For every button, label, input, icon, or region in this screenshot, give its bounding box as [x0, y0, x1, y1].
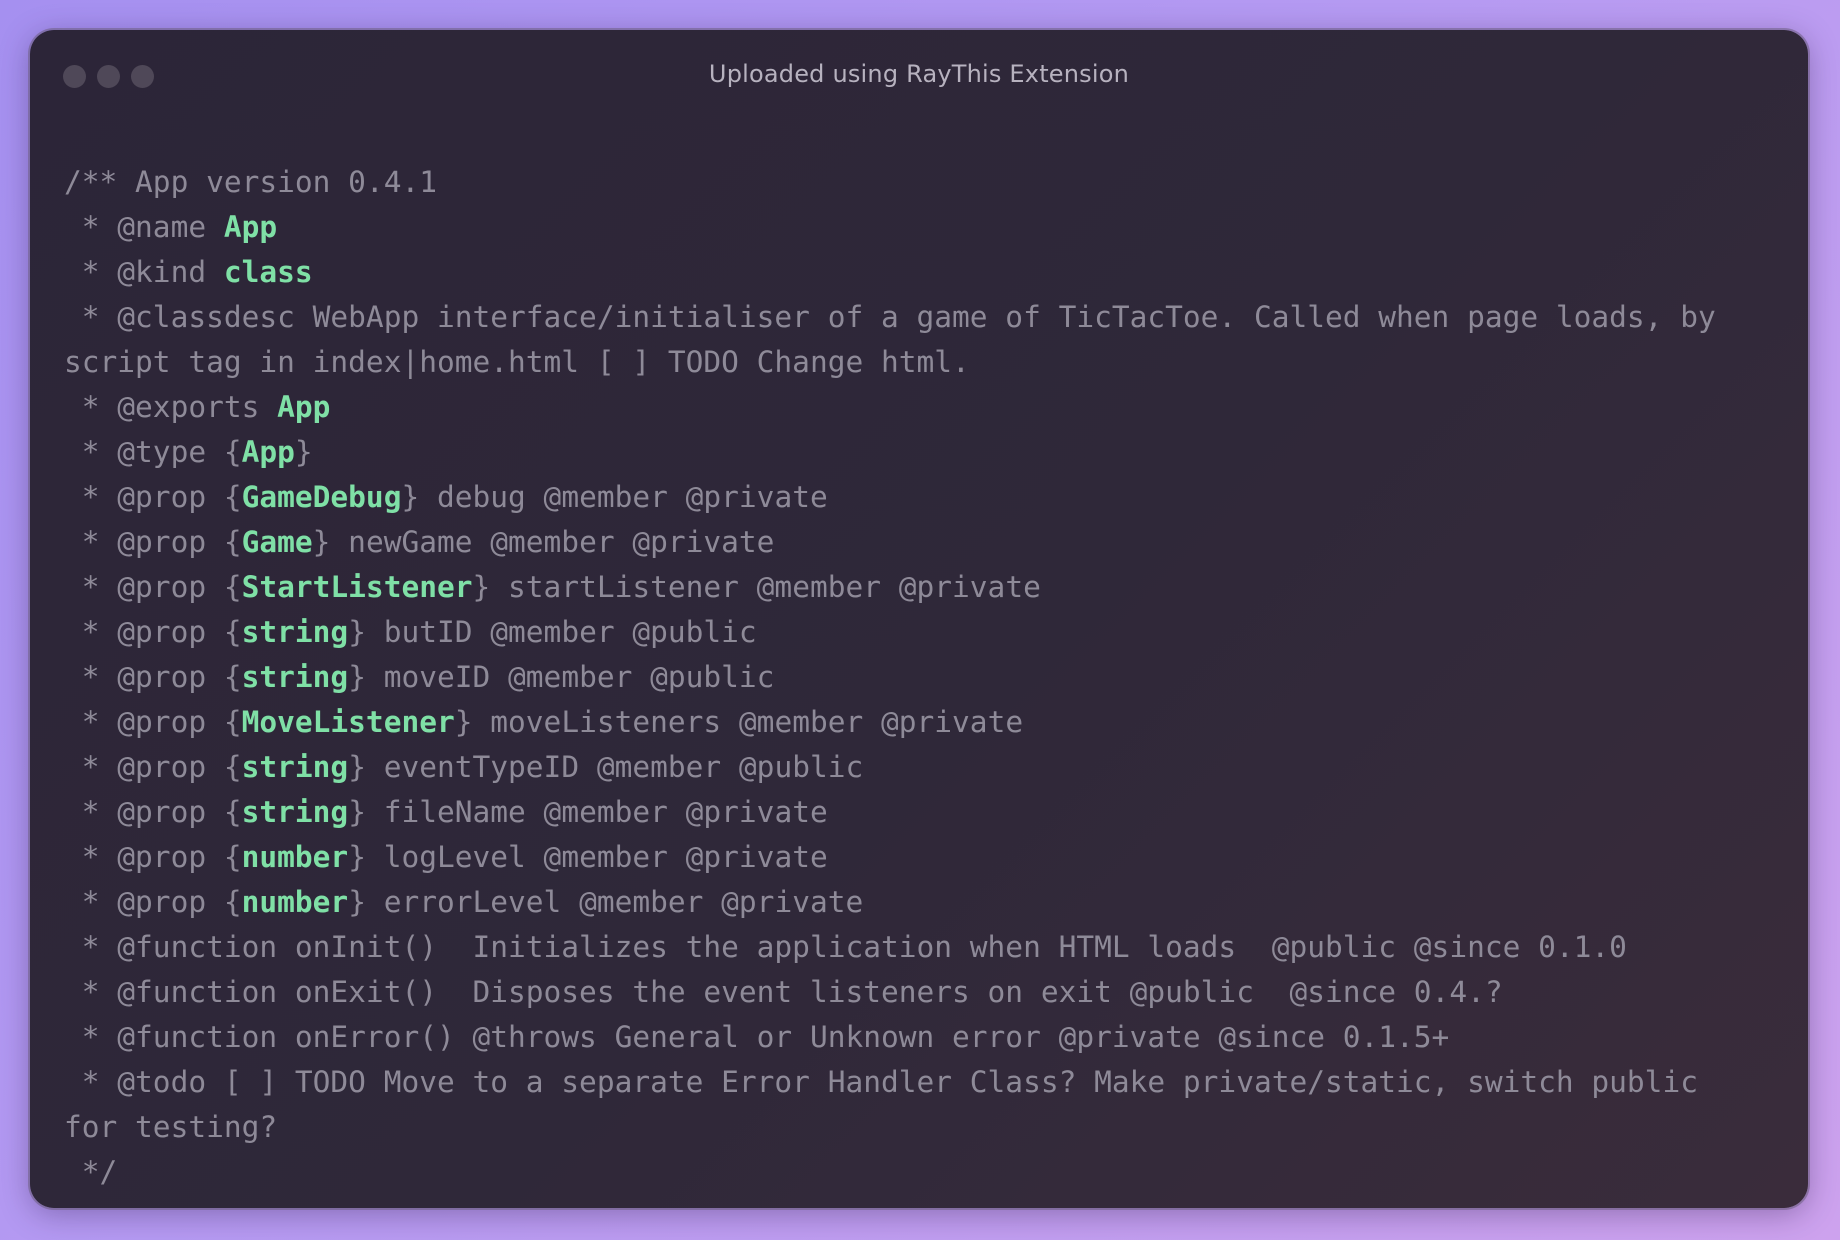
type-token: string	[241, 750, 349, 784]
code-line: * @todo [ ] TODO Move to a separate Erro…	[64, 1060, 1784, 1105]
type-token: class	[223, 255, 313, 289]
comment-text: * @prop {	[64, 705, 242, 739]
comment-text: * @prop {	[64, 525, 242, 559]
comment-text: * @todo [ ] TODO Move to a separate Erro…	[64, 1065, 1698, 1099]
type-token: number	[241, 885, 349, 919]
comment-text: } fileName @member @private	[348, 795, 828, 829]
type-token: string	[241, 795, 349, 829]
comment-text: /** App version 0.4.1	[64, 165, 437, 199]
code-line: * @function onInit() Initializes the app…	[64, 925, 1784, 970]
code-block: /** App version 0.4.1 * @name App * @kin…	[64, 160, 1784, 1195]
comment-text: * @prop {	[64, 750, 242, 784]
code-line: */	[64, 1150, 1784, 1195]
comment-text: } debug @member @private	[401, 480, 828, 514]
code-line: * @prop {Game} newGame @member @private	[64, 520, 1784, 565]
code-line: * @name App	[64, 205, 1784, 250]
code-line: for testing?	[64, 1105, 1784, 1150]
comment-text: } butID @member @public	[348, 615, 757, 649]
window-titlebar: Uploaded using RayThis Extension	[30, 30, 1808, 122]
code-line: * @prop {string} eventTypeID @member @pu…	[64, 745, 1784, 790]
comment-text: * @function onInit() Initializes the app…	[64, 930, 1627, 964]
code-line: * @prop {string} moveID @member @public	[64, 655, 1784, 700]
comment-text: * @prop {	[64, 885, 242, 919]
comment-text: * @function onError() @throws General or…	[64, 1020, 1450, 1054]
comment-text: * @exports	[64, 390, 278, 424]
type-token: App	[223, 210, 278, 244]
comment-text: * @prop {	[64, 660, 242, 694]
comment-text: * @prop {	[64, 570, 242, 604]
type-token: string	[241, 615, 349, 649]
comment-text: } eventTypeID @member @public	[348, 750, 864, 784]
comment-text: } newGame @member @private	[312, 525, 775, 559]
comment-text: * @kind	[64, 255, 224, 289]
comment-text: * @function onExit() Disposes the event …	[64, 975, 1503, 1009]
type-token: MoveListener	[241, 705, 455, 739]
comment-text: * @prop {	[64, 615, 242, 649]
type-token: App	[241, 435, 295, 469]
comment-text: } moveListeners @member @private	[454, 705, 1024, 739]
type-token: number	[241, 840, 349, 874]
comment-text: for testing?	[64, 1110, 278, 1144]
comment-text: } logLevel @member @private	[348, 840, 828, 874]
comment-text: * @type {	[64, 435, 242, 469]
code-line: * @type {App}	[64, 430, 1784, 475]
type-token: App	[277, 390, 331, 424]
comment-text: } moveID @member @public	[348, 660, 775, 694]
comment-text: * @prop {	[64, 480, 242, 514]
code-line: * @prop {number} errorLevel @member @pri…	[64, 880, 1784, 925]
comment-text: } startListener @member @private	[472, 570, 1041, 604]
type-token: GameDebug	[241, 480, 402, 514]
code-line: * @prop {number} logLevel @member @priva…	[64, 835, 1784, 880]
code-line: * @function onExit() Disposes the event …	[64, 970, 1784, 1015]
code-line: * @exports App	[64, 385, 1784, 430]
code-line: * @prop {MoveListener} moveListeners @me…	[64, 700, 1784, 745]
code-line: * @classdesc WebApp interface/initialise…	[64, 295, 1784, 340]
code-line: * @kind class	[64, 250, 1784, 295]
code-line: * @prop {GameDebug} debug @member @priva…	[64, 475, 1784, 520]
comment-text: script tag in index|home.html [ ] TODO C…	[64, 345, 970, 379]
type-token: Game	[241, 525, 313, 559]
code-line: * @function onError() @throws General or…	[64, 1015, 1784, 1060]
window-title: Uploaded using RayThis Extension	[708, 60, 1130, 88]
type-token: StartListener	[241, 570, 473, 604]
code-line: * @prop {string} fileName @member @priva…	[64, 790, 1784, 835]
type-token: string	[241, 660, 349, 694]
code-line: script tag in index|home.html [ ] TODO C…	[64, 340, 1784, 385]
comment-text: */	[64, 1155, 118, 1189]
code-window: Uploaded using RayThis Extension /** App…	[30, 30, 1808, 1208]
code-line: * @prop {StartListener} startListener @m…	[64, 565, 1784, 610]
comment-text: }	[294, 435, 313, 469]
comment-text: * @prop {	[64, 795, 242, 829]
comment-text: * @name	[64, 210, 224, 244]
comment-text: } errorLevel @member @private	[348, 885, 864, 919]
code-line: * @prop {string} butID @member @public	[64, 610, 1784, 655]
comment-text: * @classdesc WebApp interface/initialise…	[64, 300, 1716, 334]
comment-text: * @prop {	[64, 840, 242, 874]
code-line: /** App version 0.4.1	[64, 160, 1784, 205]
